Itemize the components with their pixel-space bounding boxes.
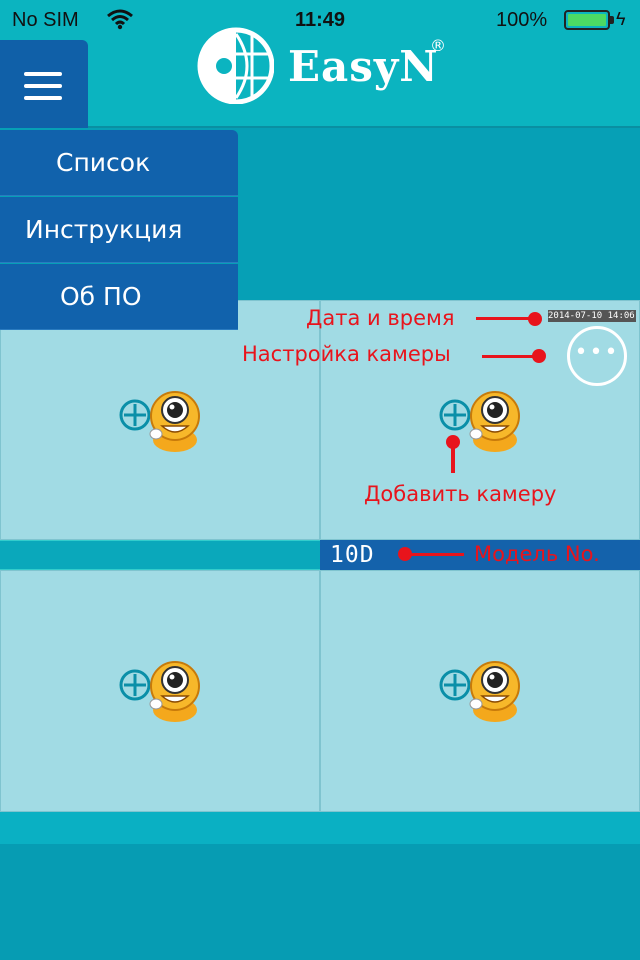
status-bar: No SIM 11:49 100% ϟ — [0, 0, 640, 40]
add-camera-icon[interactable] — [438, 668, 472, 702]
annotation-line — [482, 355, 538, 358]
battery-percent: 100% — [496, 9, 548, 31]
menu-button[interactable] — [0, 40, 88, 128]
add-camera-icon[interactable] — [118, 398, 152, 432]
menu-item-label: Список — [56, 148, 151, 177]
charging-icon: ϟ — [616, 9, 626, 29]
camera-mascot-icon — [149, 391, 200, 452]
annotation-dot — [528, 312, 542, 326]
registered-mark: ® — [430, 36, 446, 55]
camera-timestamp: 2014-07-10 14:06:01 — [548, 310, 636, 322]
logo-globe-icon — [197, 27, 274, 104]
bottom-area — [0, 844, 640, 960]
annotation-model-no: Модель No. — [474, 542, 600, 566]
annotation-line — [408, 553, 464, 556]
annotation-dot — [532, 349, 546, 363]
annotation-datetime: Дата и время — [306, 306, 455, 330]
battery-tip — [610, 16, 614, 24]
camera-mascot-icon — [149, 661, 200, 722]
menu-item-instructions[interactable]: Инструкция — [0, 197, 238, 263]
model-number: 10D — [330, 542, 375, 568]
annotation-line — [476, 317, 536, 320]
logo-text: EasyN — [288, 42, 439, 91]
add-camera-icon[interactable] — [118, 668, 152, 702]
annotation-add-camera: Добавить камеру — [364, 482, 557, 506]
annotation-line — [451, 445, 455, 473]
menu-item-about[interactable]: Об ПО — [0, 264, 238, 330]
menu-item-list[interactable]: Список — [0, 130, 238, 196]
more-options-icon: ••• — [574, 340, 620, 365]
menu-item-label: Инструкция — [25, 215, 183, 244]
annotation-camera-settings: Настройка камеры — [242, 342, 451, 366]
camera-mascot-icon — [469, 391, 520, 452]
bottom-bar — [0, 812, 640, 844]
camera-settings-button[interactable]: ••• — [567, 326, 627, 386]
camera-mascot-icon — [469, 661, 520, 722]
battery-icon — [564, 10, 610, 30]
menu-item-label: Об ПО — [60, 282, 142, 311]
hamburger-icon — [0, 40, 88, 128]
add-camera-icon[interactable] — [438, 398, 472, 432]
